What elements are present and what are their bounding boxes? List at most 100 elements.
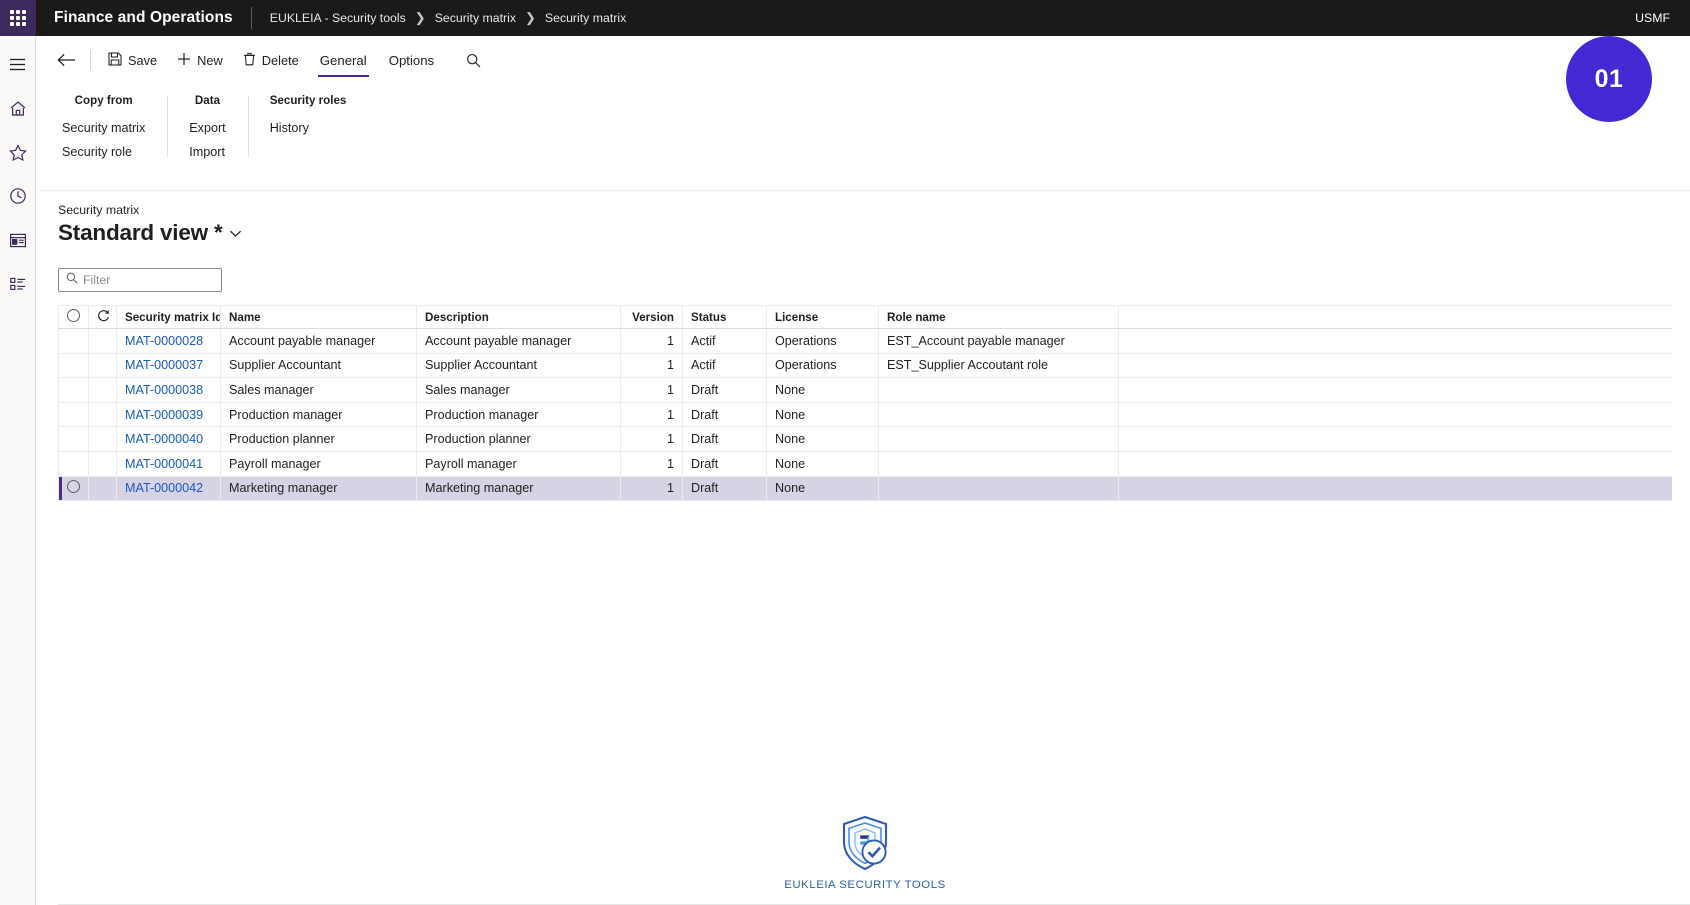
breadcrumb: EUKLEIA - Security tools ❯ Security matr… [252,10,626,26]
filter-box[interactable] [58,268,222,292]
breadcrumb-item-2[interactable]: Security matrix [545,11,626,25]
column-header-description[interactable]: Description [416,305,621,329]
refresh-header[interactable] [88,305,117,329]
star-icon[interactable] [0,134,36,170]
security-matrix-grid: Security matrix Id Name Description Vers… [58,305,1672,502]
table-row[interactable]: MAT-0000037 Supplier Accountant Supplier A… [58,353,1672,379]
breadcrumb-item-0[interactable]: EUKLEIA - Security tools [270,11,406,25]
cell-name: Production manager [220,402,417,428]
delete-button[interactable]: Delete [234,45,308,75]
column-header-license[interactable]: License [766,305,879,329]
cell-id[interactable]: MAT-0000042 [116,476,221,502]
clock-icon[interactable] [0,178,36,214]
chevron-right-icon: ❯ [414,10,426,25]
new-label: New [197,52,223,68]
breadcrumb-item-1[interactable]: Security matrix [435,11,516,25]
action-pane-tabstrip: Save New Delete General Options [40,40,1690,80]
record-link[interactable]: MAT-0000028 [125,334,203,348]
search-icon [66,271,78,289]
cell-role_name [878,451,1119,477]
cell-role_name [878,426,1119,452]
table-row[interactable]: MAT-0000041 Payroll manager Payroll manage… [58,451,1672,477]
cell-name: Account payable manager [220,328,417,354]
table-row[interactable]: MAT-0000040 Production planner Production … [58,426,1672,452]
record-link[interactable]: MAT-0000041 [125,457,203,471]
action-pane-groups: Copy from Security matrix Security role … [40,80,1690,165]
view-selector[interactable]: Standard view * [58,220,1690,246]
cell-license: None [766,402,879,428]
refresh-icon[interactable] [97,310,110,325]
save-button[interactable]: Save [99,45,166,75]
record-link[interactable]: MAT-0000039 [125,408,203,422]
save-icon [108,51,122,69]
chevron-down-icon[interactable] [229,229,242,238]
row-select-cell[interactable] [58,426,89,452]
row-select-circle-icon[interactable] [67,480,80,494]
record-link[interactable]: MAT-0000037 [125,358,203,372]
column-header-role-name[interactable]: Role name [878,305,1119,329]
cell-role_name: EST_Account payable manager [878,328,1119,354]
cell-id[interactable]: MAT-0000038 [116,377,221,403]
cell-version: 1 [620,328,683,354]
top-navigation-bar: Finance and Operations EUKLEIA - Securit… [0,0,1690,36]
app-launcher-icon[interactable] [0,0,36,36]
cell-version: 1 [620,377,683,403]
column-header-spacer [1118,305,1672,329]
import-link[interactable]: Import [189,140,225,164]
tab-options[interactable]: Options [379,43,444,77]
history-link[interactable]: History [270,116,347,140]
home-icon[interactable] [0,90,36,126]
search-input[interactable] [83,273,214,287]
record-link[interactable]: MAT-0000038 [125,383,203,397]
column-header-name[interactable]: Name [220,305,417,329]
list-icon[interactable] [0,266,36,302]
back-arrow-icon[interactable] [50,45,82,75]
workspace-icon[interactable] [0,222,36,258]
hamburger-menu-icon[interactable] [0,46,36,82]
search-icon[interactable] [458,45,488,75]
row-select-cell[interactable] [58,353,89,379]
column-label: Name [229,310,261,324]
cell-status: Draft [682,451,767,477]
new-button[interactable]: New [168,45,232,75]
column-header-status[interactable]: Status [682,305,767,329]
row-select-cell[interactable] [58,328,89,354]
cell-id[interactable]: MAT-0000041 [116,451,221,477]
cell-name: Payroll manager [220,451,417,477]
row-select-cell[interactable] [58,402,89,428]
row-select-cell[interactable] [58,377,89,403]
column-label: Role name [887,310,946,324]
cell-name: Marketing manager [220,476,417,502]
cell-description: Production planner [416,426,621,452]
select-all-circle-icon[interactable] [67,309,80,322]
cell-name: Supplier Accountant [220,353,417,379]
row-select-cell[interactable] [58,476,89,502]
column-header-version[interactable]: Version [620,305,683,329]
cell-id[interactable]: MAT-0000037 [116,353,221,379]
table-row[interactable]: MAT-0000042 Marketing manager Marketing ma… [58,476,1672,502]
column-header-security-matrix-id[interactable]: Security matrix Id [116,305,221,329]
record-link[interactable]: MAT-0000042 [125,481,203,495]
select-all-header[interactable] [58,305,89,329]
record-link[interactable]: MAT-0000040 [125,432,203,446]
cell-id[interactable]: MAT-0000040 [116,426,221,452]
table-row[interactable]: MAT-0000039 Production manager Production … [58,402,1672,428]
table-row[interactable]: MAT-0000038 Sales manager Sales manager 1 Dr… [58,377,1672,403]
cell-spacer [1118,476,1672,502]
cell-id[interactable]: MAT-0000039 [116,402,221,428]
app-brand-title[interactable]: Finance and Operations [36,9,251,27]
tab-general[interactable]: General [310,43,377,77]
cell-status: Actif [682,328,767,354]
cell-description: Payroll manager [416,451,621,477]
company-indicator[interactable]: USMF [1635,11,1690,25]
row-select-cell[interactable] [58,451,89,477]
group-copy-from-title: Copy from [74,94,133,107]
copy-from-security-matrix-link[interactable]: Security matrix [62,116,145,140]
cell-id[interactable]: MAT-0000028 [116,328,221,354]
export-link[interactable]: Export [189,116,225,140]
copy-from-security-role-link[interactable]: Security role [62,140,145,164]
cell-license: Operations [766,353,879,379]
cell-spacer [1118,402,1672,428]
group-data: Data Export Import [167,94,247,165]
table-row[interactable]: MAT-0000028 Account payable manager Accoun… [58,328,1672,354]
